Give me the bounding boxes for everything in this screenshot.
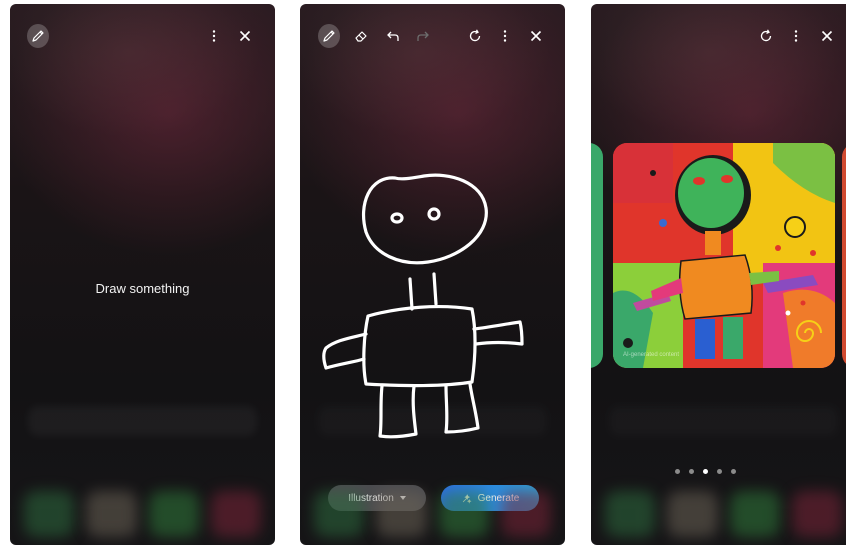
page-dot[interactable]: [731, 469, 736, 474]
close-button[interactable]: [234, 25, 256, 47]
generated-image-previous[interactable]: [591, 143, 603, 368]
page-dot-active[interactable]: [703, 469, 708, 474]
reset-icon: [760, 29, 772, 42]
page-dot[interactable]: [675, 469, 680, 474]
close-button[interactable]: [816, 25, 838, 47]
more-options-button[interactable]: [203, 25, 225, 47]
ai-watermark: AI-generated content: [623, 352, 680, 358]
blurred-dock: [314, 491, 551, 537]
stick-figure-drawing[interactable]: [300, 4, 565, 545]
reset-button[interactable]: [755, 25, 777, 47]
blurred-background-row: [609, 406, 838, 436]
pen-icon: [32, 30, 44, 42]
carousel-page-indicator: [591, 469, 846, 474]
blurred-dock: [24, 491, 261, 537]
page-dot[interactable]: [717, 469, 722, 474]
more-vert-icon: [212, 30, 216, 42]
blurred-dock: [605, 491, 842, 537]
page-dot[interactable]: [689, 469, 694, 474]
screen-generated-results: AI-generated content: [591, 4, 846, 545]
more-options-button[interactable]: [785, 25, 807, 47]
screen-empty-canvas: Draw something: [10, 4, 275, 545]
generated-artwork: [613, 143, 835, 368]
generated-image-next[interactable]: [842, 143, 846, 368]
draw-placeholder-text: Draw something: [95, 281, 190, 296]
more-vert-icon: [794, 30, 798, 42]
pen-tool-button[interactable]: [27, 24, 49, 48]
generated-image-current[interactable]: AI-generated content: [613, 143, 835, 368]
screen-drawing: Illustration Generate: [300, 4, 565, 545]
close-icon: [239, 30, 251, 42]
close-icon: [821, 30, 833, 42]
blurred-background-row: [318, 406, 547, 436]
blurred-background-row: [28, 406, 257, 436]
